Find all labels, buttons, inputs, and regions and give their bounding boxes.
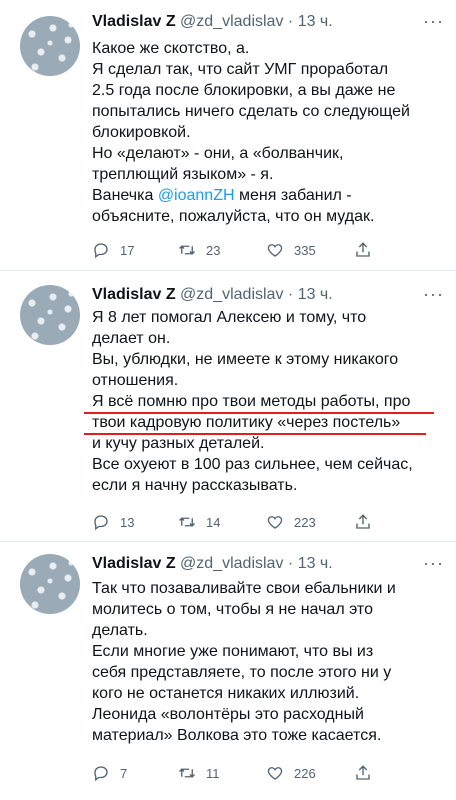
avatar[interactable] — [20, 16, 80, 76]
heart-icon — [267, 516, 283, 529]
tweet[interactable]: Vladislav Z @zd_vladislav · 13 ч. ··· Та… — [0, 542, 456, 800]
tweet-actions: 17 23 335 — [92, 238, 432, 262]
reply-button[interactable]: 17 — [92, 238, 134, 262]
more-icon[interactable]: ··· — [423, 554, 444, 572]
tweet-line: кого не останется никаких иллюзий. — [92, 685, 360, 702]
mention-link[interactable]: @ioannZH — [158, 187, 235, 204]
tweet-line: молитесь о том, чтобы я не начал это — [92, 601, 373, 618]
tweet-line: Ванечка @ioannZH меня забанил - — [92, 185, 444, 206]
tweet-header: Vladislav Z @zd_vladislav · 13 ч. — [92, 552, 446, 576]
like-count: 223 — [294, 514, 316, 530]
tweet[interactable]: Vladislav Z @zd_vladislav · 13 ч. ··· Я … — [0, 271, 456, 539]
tweet-line: если я начну рассказывать. — [92, 477, 298, 494]
separator-dot: · — [287, 286, 294, 303]
tweet-line: делает он. — [92, 330, 171, 347]
reply-button[interactable]: 7 — [92, 761, 127, 785]
tweet-line: попытались ничего сделать со следующей — [92, 103, 410, 120]
like-button[interactable]: 223 — [266, 510, 316, 534]
like-button[interactable]: 335 — [266, 238, 316, 262]
tweet-actions: 7 11 226 — [92, 761, 432, 785]
reply-icon — [94, 515, 108, 531]
tweet-actions: 13 14 223 — [92, 510, 432, 534]
like-button[interactable]: 226 — [266, 761, 316, 785]
tweet-line: Какое же скотство, а. — [92, 40, 250, 57]
reply-icon — [94, 766, 108, 782]
tweet-line: Я 8 лет помогал Алексею и тому, что — [92, 309, 367, 326]
tweet-line: материал» Волкова это тоже касается. — [92, 727, 382, 744]
reply-count: 7 — [120, 765, 128, 781]
separator-dot: · — [287, 13, 294, 30]
retweet-button[interactable]: 23 — [178, 238, 220, 262]
mention-suffix: меня забанил - — [234, 187, 352, 204]
tweet-line: объясните, пожалуйста, что он мудак. — [92, 208, 375, 225]
retweet-count: 23 — [206, 242, 221, 258]
share-button[interactable] — [354, 761, 382, 785]
more-icon[interactable]: ··· — [423, 285, 444, 303]
like-count: 226 — [294, 765, 316, 781]
tweet-line: Леонида «волонтёры это расходный — [92, 706, 364, 723]
tweet-line: делать. — [92, 622, 148, 639]
tweet-line: Я всё помню про твои методы работы, про — [92, 393, 411, 410]
reply-count: 13 — [120, 514, 135, 530]
tweet-text: Какое же скотство, а. Я сделал так, что … — [92, 38, 444, 227]
separator-dot: · — [287, 555, 294, 572]
more-icon[interactable]: ··· — [423, 12, 444, 30]
heart-icon — [267, 767, 283, 780]
retweet-button[interactable]: 11 — [178, 761, 220, 785]
author-handle[interactable]: @zd_vladislav — [180, 286, 283, 303]
reply-icon — [94, 243, 108, 259]
retweet-icon — [179, 245, 195, 255]
tweet[interactable]: Vladislav Z @zd_vladislav · 13 ч. ··· Ка… — [0, 0, 456, 268]
retweet-icon — [179, 768, 195, 778]
share-icon — [356, 765, 370, 780]
tweet-line: блокировкой. — [92, 124, 191, 141]
tweet-header: Vladislav Z @zd_vladislav · 13 ч. — [92, 10, 446, 34]
tweet-line: Все охуеют в 100 раз сильнее, чем сейчас… — [92, 456, 413, 473]
share-icon — [356, 242, 370, 257]
tweet-time[interactable]: 13 ч. — [298, 13, 333, 30]
reply-button[interactable]: 13 — [92, 510, 134, 534]
author-name[interactable]: Vladislav Z — [92, 13, 176, 30]
retweet-button[interactable]: 14 — [178, 510, 220, 534]
tweet-time[interactable]: 13 ч. — [298, 286, 333, 303]
tweet-line: отношения. — [92, 372, 179, 389]
share-icon — [356, 514, 370, 529]
tweet-line: Если многие уже понимают, что вы из — [92, 643, 374, 660]
share-button[interactable] — [354, 238, 382, 262]
retweet-count: 11 — [206, 765, 220, 781]
like-count: 335 — [294, 242, 316, 258]
tweet-time[interactable]: 13 ч. — [298, 555, 333, 572]
tweet-line: 2.5 года после блокировки, а вы даже не — [92, 82, 396, 99]
retweet-icon — [179, 517, 195, 527]
highlight-underline — [84, 433, 426, 435]
author-handle[interactable]: @zd_vladislav — [180, 13, 283, 30]
author-name[interactable]: Vladislav Z — [92, 555, 176, 572]
tweet-text: Так что позаваливайте свои ебальники и м… — [92, 578, 444, 746]
avatar[interactable] — [20, 554, 80, 614]
author-name[interactable]: Vladislav Z — [92, 286, 176, 303]
mention-prefix: Ванечка — [92, 187, 158, 204]
tweet-text: Я 8 лет помогал Алексею и тому, что дела… — [92, 307, 444, 496]
heart-icon — [267, 244, 283, 257]
highlight-underline — [84, 412, 434, 414]
tweet-line: и кучу разных деталей. — [92, 435, 265, 452]
tweet-line: Так что позаваливайте свои ебальники и — [92, 580, 396, 597]
tweet-line: твои кадровую политику «через постель» — [92, 414, 401, 431]
tweet-line: треплющий языком» - я. — [92, 166, 274, 183]
retweet-count: 14 — [206, 514, 221, 530]
tweet-line: Вы, ублюдки, не имеете к этому никакого — [92, 351, 399, 368]
reply-count: 17 — [120, 242, 135, 258]
tweet-header: Vladislav Z @zd_vladislav · 13 ч. — [92, 283, 446, 307]
tweet-line: Я сделал так, что сайт УМГ проработал — [92, 61, 389, 78]
tweet-line: себя представляете, то после этого ни у — [92, 664, 392, 681]
tweet-line: Но «делают» - они, а «болванчик, — [92, 145, 344, 162]
avatar[interactable] — [20, 285, 80, 345]
share-button[interactable] — [354, 510, 382, 534]
author-handle[interactable]: @zd_vladislav — [180, 555, 283, 572]
